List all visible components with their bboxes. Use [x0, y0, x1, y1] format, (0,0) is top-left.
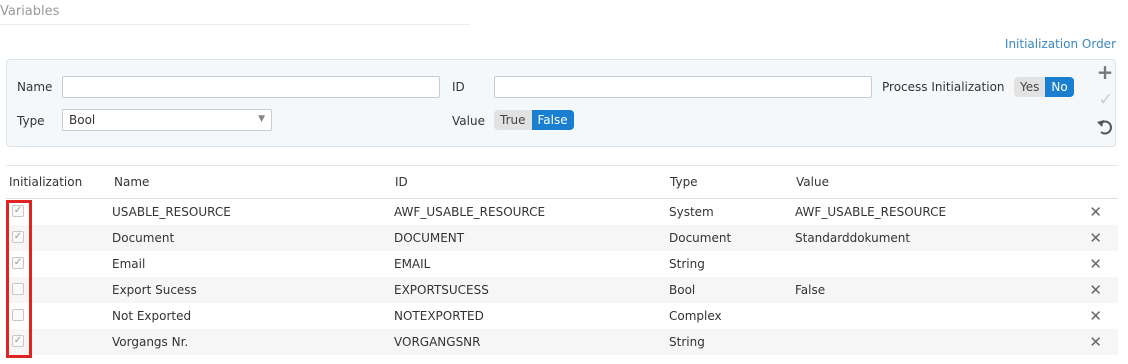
- section-title: Variables: [0, 4, 60, 19]
- id-input[interactable]: [494, 76, 872, 98]
- column-header-id[interactable]: ID: [395, 175, 408, 189]
- row-name: Document: [112, 231, 175, 245]
- name-label: Name: [17, 80, 53, 94]
- value-false[interactable]: False: [531, 110, 574, 130]
- row-value: Standarddokument: [795, 231, 911, 245]
- delete-icon[interactable]: ✕: [1089, 281, 1102, 299]
- row-type: String: [669, 335, 705, 349]
- row-id: DOCUMENT: [394, 231, 465, 245]
- row-type: Document: [669, 231, 732, 245]
- table-row[interactable]: ✓ Email EMAIL String ✕: [6, 251, 1118, 277]
- init-checkbox[interactable]: [12, 283, 24, 295]
- column-header-name[interactable]: Name: [114, 175, 149, 189]
- row-type: Complex: [669, 309, 722, 323]
- row-type: Bool: [669, 283, 696, 297]
- row-id: EMAIL: [394, 257, 431, 271]
- init-checkbox[interactable]: ✓: [12, 231, 24, 243]
- row-value: AWF_USABLE_RESOURCE: [795, 205, 947, 219]
- check-icon[interactable]: ✓: [1097, 91, 1115, 109]
- row-id: AWF_USABLE_RESOURCE: [394, 205, 546, 219]
- row-name: Not Exported: [112, 309, 192, 323]
- type-select[interactable]: Bool ▼: [62, 109, 272, 131]
- table-row[interactable]: ✓ USABLE_RESOURCE AWF_USABLE_RESOURCE Sy…: [6, 199, 1118, 225]
- value-true[interactable]: True: [494, 110, 532, 130]
- delete-icon[interactable]: ✕: [1089, 333, 1102, 351]
- row-type: String: [669, 257, 705, 271]
- type-label: Type: [17, 114, 45, 128]
- delete-icon[interactable]: ✕: [1089, 203, 1102, 221]
- section-divider: [0, 24, 470, 25]
- row-id: EXPORTSUCESS: [394, 283, 489, 297]
- variables-table: Initialization Name ID Type Value ✓ USAB…: [6, 165, 1118, 364]
- value-label: Value: [452, 114, 485, 128]
- undo-icon[interactable]: [1096, 118, 1114, 136]
- process-init-no[interactable]: No: [1045, 77, 1074, 97]
- id-label: ID: [452, 80, 465, 94]
- value-toggle[interactable]: True False: [494, 110, 574, 130]
- init-checkbox[interactable]: ✓: [12, 335, 24, 347]
- row-id: VORGANGSNR: [394, 335, 481, 349]
- chevron-down-icon: ▼: [258, 114, 265, 124]
- delete-icon[interactable]: ✕: [1089, 229, 1102, 247]
- initialization-order-link[interactable]: Initialization Order: [1005, 37, 1116, 51]
- row-name: USABLE_RESOURCE: [112, 205, 231, 219]
- table-row[interactable]: Export Sucess EXPORTSUCESS Bool False ✕: [6, 277, 1118, 303]
- row-name: Export Sucess: [112, 283, 197, 297]
- row-name: Email: [112, 257, 146, 271]
- type-select-value: Bool: [69, 113, 96, 127]
- row-type: System: [669, 205, 714, 219]
- process-init-toggle[interactable]: Yes No: [1014, 77, 1074, 97]
- plus-icon[interactable]: +: [1096, 62, 1114, 82]
- process-init-label: Process Initialization: [882, 80, 1005, 94]
- variable-form: Name ID Process Initialization Yes No Ty…: [6, 59, 1116, 147]
- delete-icon[interactable]: ✕: [1089, 307, 1102, 325]
- table-row[interactable]: Not Exported NOTEXPORTED Complex ✕: [6, 303, 1118, 329]
- row-name: Vorgangs Nr.: [112, 335, 189, 349]
- init-checkbox[interactable]: ✓: [12, 257, 24, 269]
- column-header-value[interactable]: Value: [796, 175, 829, 189]
- process-init-yes[interactable]: Yes: [1014, 77, 1046, 97]
- row-value: False: [795, 283, 826, 297]
- row-id: NOTEXPORTED: [394, 309, 484, 323]
- column-header-initialization[interactable]: Initialization: [9, 175, 82, 189]
- init-checkbox[interactable]: ✓: [12, 205, 24, 217]
- init-checkbox[interactable]: [12, 309, 24, 321]
- table-row[interactable]: ✓ Vorgangs Nr. VORGANGSNR String ✕: [6, 329, 1118, 355]
- table-row[interactable]: ✓ Document DOCUMENT Document Standarddok…: [6, 225, 1118, 251]
- delete-icon[interactable]: ✕: [1089, 255, 1102, 273]
- table-header: Initialization Name ID Type Value: [6, 166, 1118, 199]
- name-input[interactable]: [62, 76, 440, 98]
- column-header-type[interactable]: Type: [670, 175, 698, 189]
